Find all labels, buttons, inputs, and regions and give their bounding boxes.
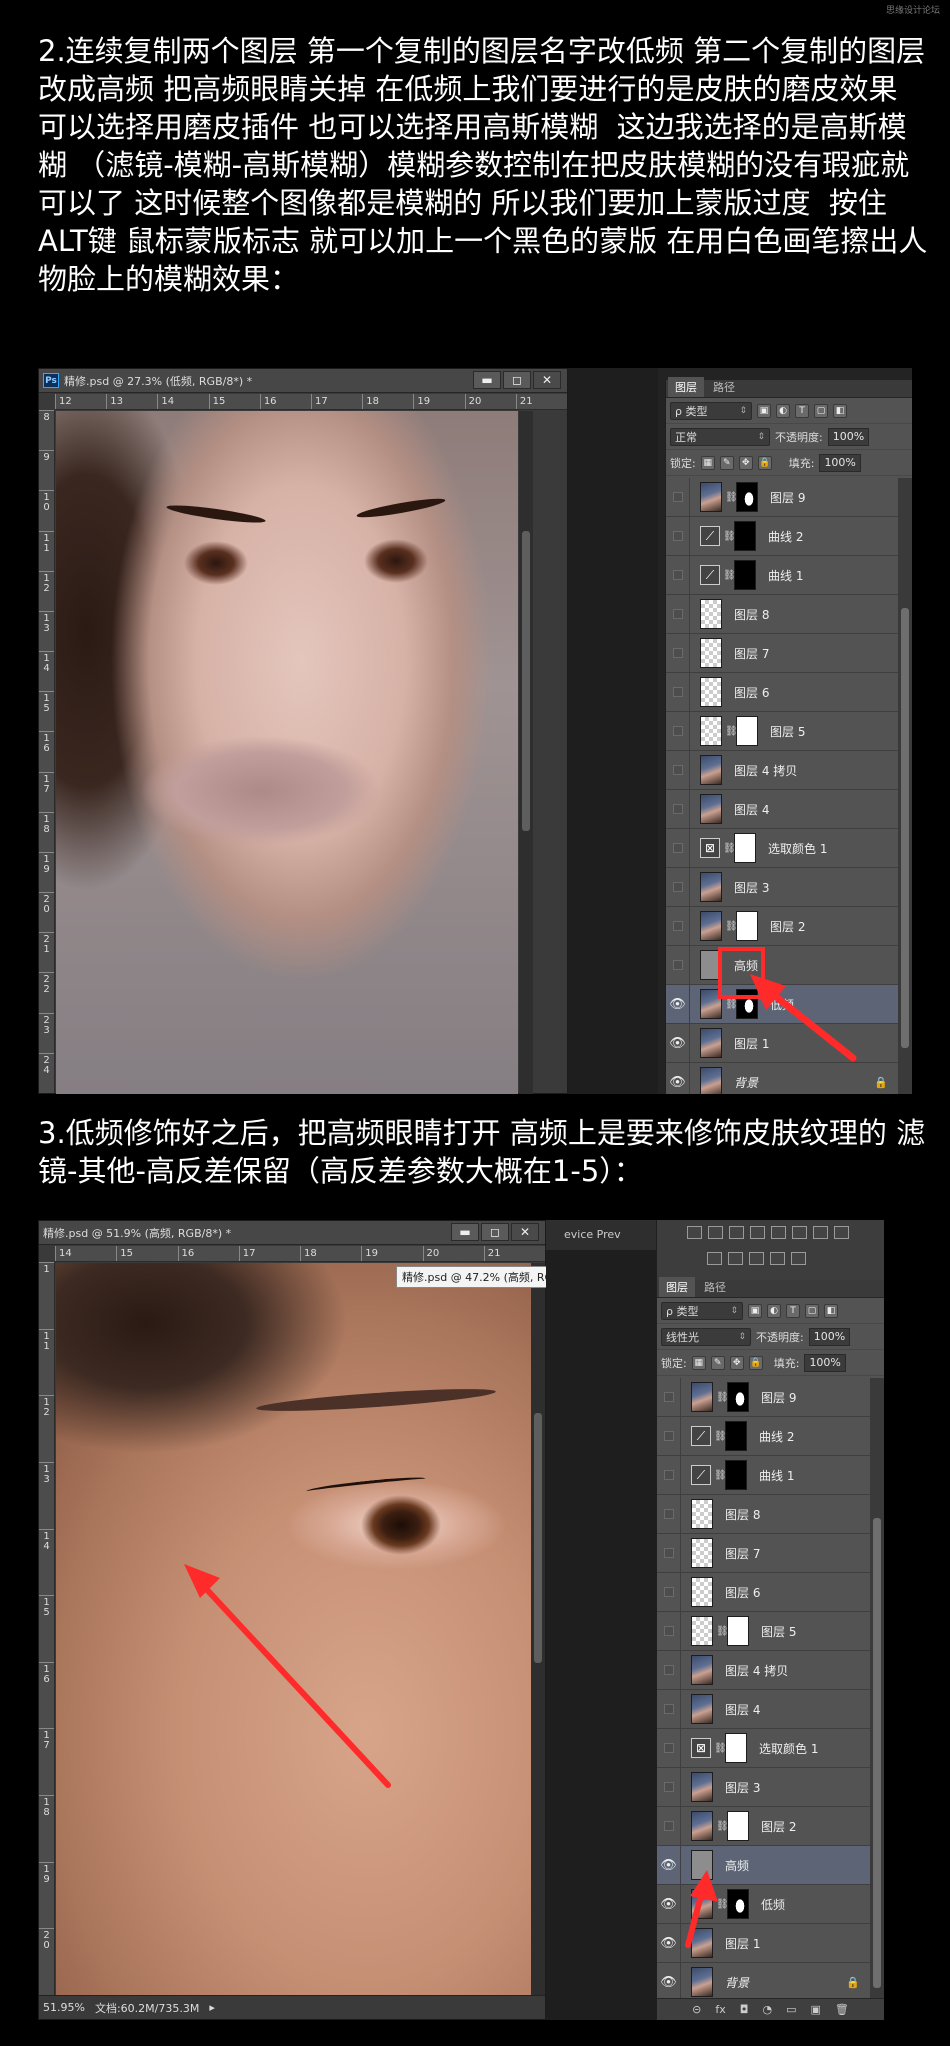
step3-instructions: 3.低频修饰好之后，把高频眼睛打开 高频上是要来修饰皮肤纹理的 滤镜-其他-高反… (38, 1116, 926, 1188)
watermark: 思缘设计论坛 (885, 6, 940, 16)
annotation-arrows (184, 1564, 718, 1948)
step2-instructions: 2.连续复制两个图层 第一个复制的图层名字改低频 第二个复制的图层改成高频 把高… (38, 34, 928, 296)
photoshop-screenshot-2: 精修.psd @ 51.9% (高频, RGB/8*) * ▬ ◻ ✕ 14 15… (38, 1220, 884, 2020)
annotation-arrow (750, 974, 857, 1062)
photoshop-screenshot-1: Ps 精修.psd @ 27.3% (低频, RGB/8*) * ▬ ◻ ✕ 1… (38, 368, 912, 1094)
